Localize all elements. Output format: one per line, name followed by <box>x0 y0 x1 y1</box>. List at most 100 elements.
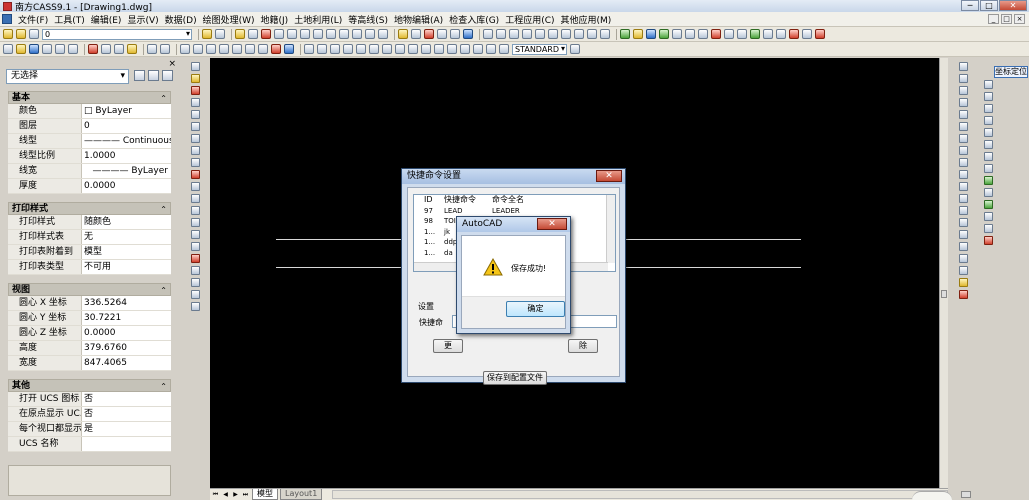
explode-icon[interactable] <box>958 242 968 251</box>
scale-icon[interactable] <box>958 146 968 155</box>
section-header[interactable]: 视图 ⌃ <box>8 283 171 296</box>
trim-icon[interactable] <box>958 170 968 179</box>
print-icon[interactable] <box>42 44 52 54</box>
snap-insert-icon[interactable] <box>983 176 993 185</box>
scroll-thumb[interactable] <box>961 491 972 498</box>
property-row[interactable]: 圆心 X 坐标 336.5264 <box>8 296 171 311</box>
tab-layout1[interactable]: Layout1 <box>280 489 323 500</box>
paste-icon[interactable] <box>509 29 519 39</box>
select-icon[interactable] <box>190 62 200 71</box>
lightbulb-icon[interactable] <box>3 29 13 39</box>
pedit-icon[interactable] <box>958 278 968 287</box>
dimension-edit-icon[interactable] <box>473 44 483 54</box>
hatch-icon[interactable] <box>574 29 584 39</box>
property-value[interactable]: 模型 <box>82 245 171 259</box>
menu-contour[interactable]: 等高线(S) <box>345 13 391 26</box>
layer-manager-icon[interactable] <box>202 29 212 39</box>
property-value[interactable]: ———— ByLayer <box>82 164 171 178</box>
property-row[interactable]: UCS 名称 <box>8 437 171 452</box>
line-icon[interactable] <box>190 98 200 107</box>
property-value[interactable]: 是 <box>82 422 171 436</box>
globe-icon[interactable] <box>724 29 734 39</box>
cut-icon[interactable] <box>261 29 271 39</box>
block-insert-icon[interactable] <box>190 194 200 203</box>
property-value[interactable]: 379.6760 <box>82 341 171 355</box>
center-mark-icon[interactable] <box>460 44 470 54</box>
property-row[interactable]: 图层 0 <box>8 119 171 134</box>
magnifier-icon[interactable] <box>274 29 284 39</box>
zoom-realtime-icon[interactable] <box>193 44 203 54</box>
match-properties-icon[interactable] <box>127 44 137 54</box>
collapse-icon[interactable]: ⌃ <box>160 92 167 105</box>
section-header[interactable]: 打印样式 ⌃ <box>8 202 171 215</box>
symbol-icon[interactable] <box>763 29 773 39</box>
last-tab-icon[interactable]: ⏭ <box>241 490 250 499</box>
property-row[interactable]: 厚度 0.0000 <box>8 179 171 194</box>
property-value[interactable]: □ ByLayer <box>82 104 171 118</box>
property-row[interactable]: 每个视口都显示...是 <box>8 422 171 437</box>
property-row[interactable]: 打印样式表无 <box>8 230 171 245</box>
dimension-aligned-icon[interactable] <box>317 44 327 54</box>
tab-model[interactable]: 模型 <box>252 489 278 500</box>
attribute-icon[interactable] <box>561 29 571 39</box>
delete-button[interactable]: 除 <box>568 339 598 353</box>
property-value[interactable]: 847.4065 <box>82 356 171 370</box>
property-value[interactable]: 0.0000 <box>82 179 171 193</box>
layer-select[interactable]: 0 <box>42 28 192 40</box>
property-row[interactable]: 打印表类型 不可用 <box>8 260 171 275</box>
zoom-in-icon[interactable] <box>287 29 297 39</box>
print-preview-icon[interactable] <box>55 44 65 54</box>
snap-none-icon[interactable] <box>983 212 993 221</box>
map-icon[interactable] <box>620 29 630 39</box>
snap-tangent-icon[interactable] <box>983 140 993 149</box>
zoom-extents-icon[interactable] <box>326 29 336 39</box>
dimension-linear-icon[interactable] <box>304 44 314 54</box>
dimension-ordinate-icon[interactable] <box>343 44 353 54</box>
align-icon[interactable] <box>958 266 968 275</box>
arc-icon[interactable] <box>190 134 200 143</box>
first-tab-icon[interactable]: ⏮ <box>211 490 220 499</box>
text-marker-icon[interactable] <box>190 254 200 263</box>
property-row[interactable]: 在原点显示 UC... 否 <box>8 407 171 422</box>
ok-button[interactable]: 确定 <box>506 301 565 317</box>
property-value[interactable]: 随颜色 <box>82 215 171 229</box>
redo-icon[interactable] <box>160 44 170 54</box>
property-icon[interactable] <box>802 29 812 39</box>
dimension-arc-icon[interactable] <box>330 44 340 54</box>
canvas-vertical-scrollbar[interactable] <box>939 58 948 488</box>
zoom-previous-icon[interactable] <box>339 29 349 39</box>
survey-icon[interactable] <box>737 29 747 39</box>
menu-drawing[interactable]: 绘图处理(W) <box>200 13 258 26</box>
document-icon[interactable] <box>2 14 12 24</box>
rectangle-icon[interactable] <box>190 122 200 131</box>
property-value[interactable]: 0.0000 <box>82 326 171 340</box>
draw-icon[interactable] <box>398 29 408 39</box>
copy-icon[interactable] <box>496 29 506 39</box>
chamfer-icon[interactable] <box>958 218 968 227</box>
help-icon[interactable] <box>463 29 473 39</box>
rotate-icon[interactable] <box>958 134 968 143</box>
menu-engineering[interactable]: 工程应用(C) <box>502 13 557 26</box>
markup-icon[interactable] <box>271 44 281 54</box>
zoom-window-icon[interactable] <box>313 29 323 39</box>
table-edit-icon[interactable] <box>587 29 597 39</box>
property-value[interactable]: 336.5264 <box>82 296 171 310</box>
zoom-out-icon[interactable] <box>300 29 310 39</box>
menu-feature-edit[interactable]: 地物编辑(A) <box>391 13 446 26</box>
publish-icon[interactable] <box>68 44 78 54</box>
snap-parallel-icon[interactable] <box>983 164 993 173</box>
collapse-icon[interactable]: ⌃ <box>160 203 167 216</box>
section-header[interactable]: 其他 ⌃ <box>8 379 171 392</box>
menu-check-import[interactable]: 检查入库(G) <box>446 13 502 26</box>
quick-select-icon[interactable] <box>162 70 173 81</box>
offset-icon[interactable] <box>958 98 968 107</box>
erase-icon[interactable] <box>958 62 968 71</box>
fillet-icon[interactable] <box>958 230 968 239</box>
snap-intersection-icon[interactable] <box>983 104 993 113</box>
doc-minimize-button[interactable]: _ <box>988 14 999 24</box>
flag-icon[interactable] <box>815 29 825 39</box>
minimize-button[interactable]: ─ <box>961 0 979 11</box>
arrow-icon[interactable] <box>424 29 434 39</box>
collapse-icon[interactable]: ⌃ <box>160 380 167 393</box>
fence-icon[interactable] <box>776 29 786 39</box>
